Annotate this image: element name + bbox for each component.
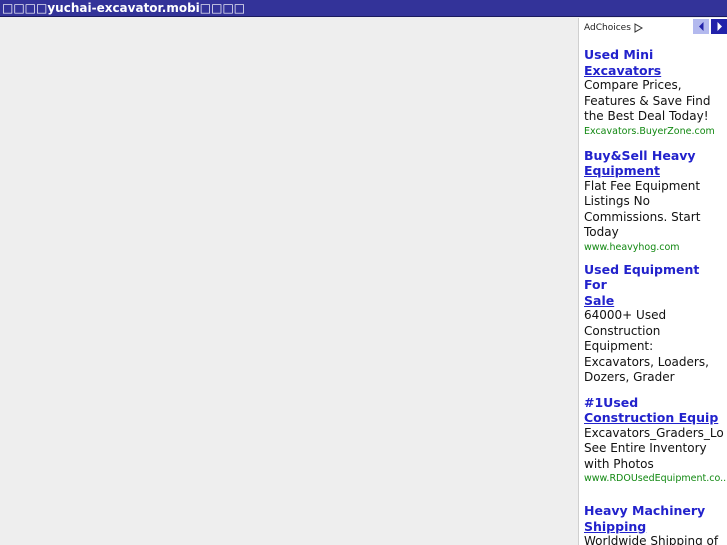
ad-title-line1: Used Equipment For <box>584 261 700 293</box>
ad-item[interactable]: Used Mini Excavators Compare Prices, Fea… <box>584 47 727 138</box>
ad-title-link[interactable]: Used Mini Excavators <box>584 47 726 78</box>
ad-item[interactable]: Used Equipment For Sale 64000+ Used Cons… <box>584 262 727 387</box>
ad-title-link[interactable]: Buy&Sell Heavy Equipment <box>584 148 726 179</box>
ad-title-line2: Equipment <box>584 163 660 178</box>
ad-title-line1: #1Used <box>584 394 639 410</box>
adchoices-row: AdChoices <box>584 18 727 37</box>
ad-next-button[interactable] <box>711 19 727 34</box>
ad-prev-button[interactable] <box>693 19 709 34</box>
ad-description: 64000+ Used Construction Equipment: Exca… <box>584 308 709 384</box>
play-triangle-outline-icon[interactable] <box>634 22 643 33</box>
ad-sidebar-panel: AdChoices Used Mini Excavators Compare P… <box>578 18 727 545</box>
ad-display-url[interactable]: Excavators.BuyerZone.com <box>584 126 726 138</box>
ad-title-line2: Excavators <box>584 62 662 78</box>
window-titlebar: □□□□yuchai-excavator.mobi□□□□ <box>0 0 727 17</box>
ad-item[interactable]: Buy&Sell Heavy Equipment Flat Fee Equipm… <box>584 148 727 254</box>
ad-display-url[interactable]: www.RDOUsedEquipment.co... <box>584 473 726 485</box>
ad-title-line2: Shipping <box>584 518 647 534</box>
ad-carousel-nav <box>693 19 727 34</box>
ad-title-link[interactable]: Heavy Machinery Shipping <box>584 503 726 534</box>
ad-description: Compare Prices, Features & Save Find the… <box>584 78 711 123</box>
ad-title-line1: Buy&Sell Heavy <box>584 147 696 163</box>
ad-title-line2: Construction Equip <box>584 410 719 425</box>
ad-description: Flat Fee Equipment Listings No Commissio… <box>584 178 701 240</box>
ad-item[interactable]: #1Used Construction Equip Excavators_Gra… <box>584 395 727 486</box>
window-title: □□□□yuchai-excavator.mobi□□□□ <box>2 1 246 15</box>
ad-title-line1: Heavy Machinery <box>584 503 706 518</box>
ad-title-link[interactable]: #1Used Construction Equip <box>584 395 726 426</box>
ad-title-line1: Used Mini <box>584 47 654 62</box>
ad-item[interactable]: Heavy Machinery Shipping Worldwide Shipp… <box>584 503 727 545</box>
ad-description: Excavators_Graders_Lo See Entire Invento… <box>584 425 724 471</box>
page-content-area <box>0 18 578 545</box>
ad-display-url[interactable]: www.heavyhog.com <box>584 242 726 254</box>
ad-description: Worldwide Shipping of Heavy or Over Dime… <box>584 534 719 545</box>
adchoices-label[interactable]: AdChoices <box>584 22 631 34</box>
page-root: □□□□yuchai-excavator.mobi□□□□ AdChoices <box>0 0 727 545</box>
ad-title-line2: Sale <box>584 292 615 308</box>
ad-title-link[interactable]: Used Equipment For Sale <box>584 262 726 309</box>
